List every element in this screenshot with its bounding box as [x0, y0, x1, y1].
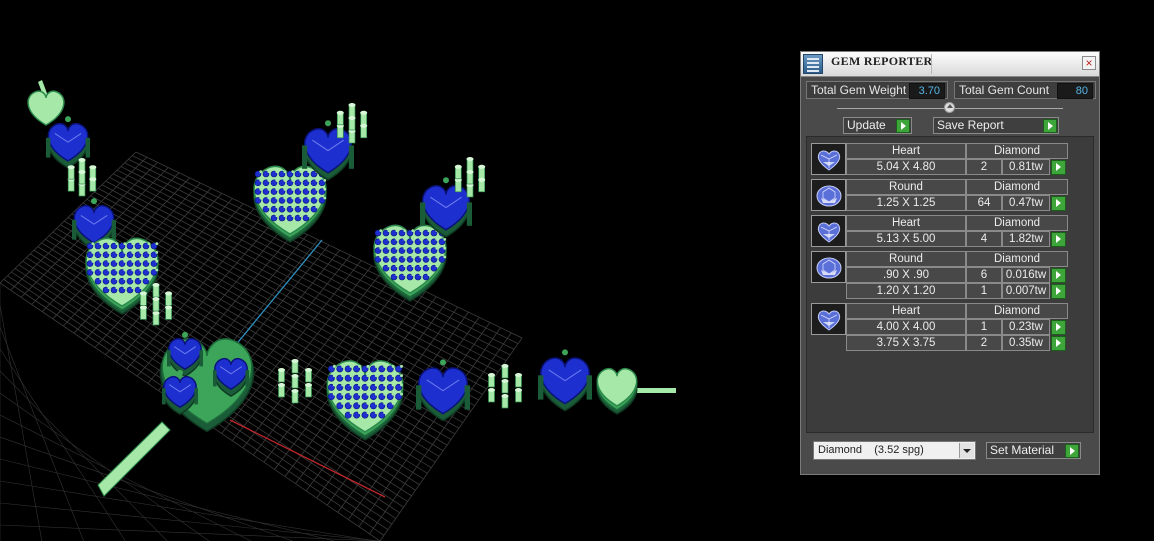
gem-count-value: 6: [966, 267, 1002, 283]
gem-size-value: 1.25 X 1.25: [846, 195, 966, 211]
total-gem-count-label: Total Gem Count: [959, 83, 1050, 97]
heart-gem-icon: [811, 143, 846, 175]
gem-weight-value: 0.016tw: [1002, 267, 1050, 283]
gem-shape-label: Round: [846, 179, 966, 195]
heart-gem-icon: [811, 215, 846, 247]
gem-weight-value: 0.35tw: [1002, 335, 1050, 351]
gem-weight-value: 0.007tw: [1002, 283, 1050, 299]
material-select[interactable]: Diamond (3.52 spg): [813, 441, 976, 460]
select-gem-play-icon[interactable]: [1051, 336, 1066, 351]
gem-list[interactable]: Heart Diamond 5.04 X 4.80 2 0.81tw Round Diamo…: [806, 136, 1094, 433]
gem-count-value: 1: [966, 319, 1002, 335]
update-button-label: Update: [847, 118, 886, 132]
gem-reporter-app-icon: [803, 54, 823, 74]
close-button[interactable]: ×: [1082, 56, 1096, 70]
set-material-play-icon: [1065, 444, 1079, 458]
set-material-button[interactable]: Set Material: [986, 442, 1081, 459]
panel-splitter-handle[interactable]: [944, 102, 955, 113]
gem-material-label: Diamond: [966, 215, 1068, 231]
gem-size-value: .90 X .90: [846, 267, 966, 283]
select-gem-play-icon[interactable]: [1051, 196, 1066, 211]
round-gem-icon: [811, 251, 846, 283]
save-report-button[interactable]: Save Report: [933, 117, 1059, 134]
update-play-icon: [896, 119, 910, 133]
save-report-play-icon: [1043, 119, 1057, 133]
gem-material-label: Diamond: [966, 303, 1068, 319]
gem-material-label: Diamond: [966, 179, 1068, 195]
save-report-button-label: Save Report: [937, 118, 1004, 132]
gem-count-value: 64: [966, 195, 1002, 211]
gem-count-value: 4: [966, 231, 1002, 247]
jewelry-model-view[interactable]: [0, 0, 790, 541]
gem-weight-value: 0.81tw: [1002, 159, 1050, 175]
total-gem-weight-value: 3.70: [909, 83, 945, 99]
gem-size-value: 5.04 X 4.80: [846, 159, 966, 175]
set-material-button-label: Set Material: [990, 443, 1055, 457]
titlebar-divider: [931, 54, 932, 74]
total-gem-count-value: 80: [1057, 83, 1093, 99]
gem-size-value: 4.00 X 4.00: [846, 319, 966, 335]
select-gem-play-icon[interactable]: [1051, 320, 1066, 335]
gem-reporter-panel: GEM REPORTER × Total Gem Weight 3.70 Tot…: [800, 51, 1100, 475]
select-gem-play-icon[interactable]: [1051, 268, 1066, 283]
panel-title: GEM REPORTER: [831, 54, 933, 68]
panel-titlebar[interactable]: GEM REPORTER ×: [801, 52, 1099, 77]
select-gem-play-icon[interactable]: [1051, 232, 1066, 247]
material-select-value: Diamond (3.52 spg): [818, 444, 924, 456]
gem-size-value: 3.75 X 3.75: [846, 335, 966, 351]
gem-shape-label: Round: [846, 251, 966, 267]
total-gem-weight-label: Total Gem Weight: [811, 83, 907, 97]
gem-shape-label: Heart: [846, 303, 966, 319]
gem-count-value: 2: [966, 335, 1002, 351]
total-gem-count: Total Gem Count 80: [954, 81, 1096, 99]
3d-viewport[interactable]: [0, 0, 790, 541]
select-gem-play-icon[interactable]: [1051, 284, 1066, 299]
gem-material-label: Diamond: [966, 143, 1068, 159]
gem-weight-value: 1.82tw: [1002, 231, 1050, 247]
gem-shape-label: Heart: [846, 143, 966, 159]
chevron-down-icon[interactable]: [959, 443, 974, 458]
gem-material-label: Diamond: [966, 251, 1068, 267]
necklace-model[interactable]: [27, 80, 676, 497]
gem-weight-value: 0.23tw: [1002, 319, 1050, 335]
select-gem-play-icon[interactable]: [1051, 160, 1066, 175]
gem-size-value: 1.20 X 1.20: [846, 283, 966, 299]
total-gem-weight: Total Gem Weight 3.70: [806, 81, 948, 99]
gem-weight-value: 0.47tw: [1002, 195, 1050, 211]
heart-gem-icon: [811, 303, 846, 335]
gem-count-value: 1: [966, 283, 1002, 299]
gem-size-value: 5.13 X 5.00: [846, 231, 966, 247]
gem-count-value: 2: [966, 159, 1002, 175]
gem-shape-label: Heart: [846, 215, 966, 231]
round-gem-icon: [811, 179, 846, 211]
update-button[interactable]: Update: [843, 117, 912, 134]
